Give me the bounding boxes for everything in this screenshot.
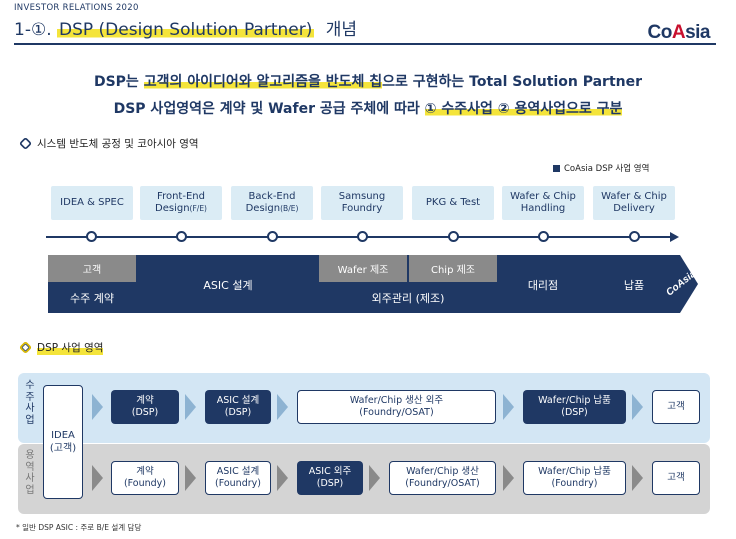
timeline-node xyxy=(176,231,187,242)
stage-front-end: Front-End Design(F/E) xyxy=(140,186,222,220)
hexagon-bullet-icon xyxy=(18,340,33,355)
timeline-node xyxy=(448,231,459,242)
footnote: * 일반 DSP ASIC : 주로 B/E 설계 담당 xyxy=(16,523,142,532)
timeline-node xyxy=(267,231,278,242)
idea-customer-box: IDEA (고객) xyxy=(43,385,83,499)
stage-wafer-chip-handling: Wafer & Chip Handling xyxy=(502,186,584,220)
top-customer-box: 고객 xyxy=(652,390,700,424)
top-production-outsource-box: Wafer/Chip 생산 외주 (Foundry/OSAT) xyxy=(297,390,496,424)
chevron-right-icon xyxy=(92,394,103,420)
bottom-asic-outsource-box: ASIC 외주 (DSP) xyxy=(297,461,363,495)
section2-title: DSP 사업 영역 xyxy=(18,340,104,355)
band-agency-label: 대리점 xyxy=(527,279,559,292)
timeline-node xyxy=(357,231,368,242)
band-chip-cell: Chip 제조 xyxy=(409,255,497,282)
bottom-production-box: Wafer/Chip 생산 (Foundry/OSAT) xyxy=(389,461,496,495)
page-title-highlight: DSP (Design Solution Partner) xyxy=(57,20,315,40)
bottom-contract-box: 계약 (Foundy) xyxy=(111,461,179,495)
timeline-node xyxy=(538,231,549,242)
timeline-arrow-icon xyxy=(670,232,679,242)
headline-line1: DSP는 고객의 아이디어와 알고리즘을 반도체 칩으로 구현하는 Total … xyxy=(93,74,643,90)
band-wafer-cell: Wafer 제조 xyxy=(319,255,407,282)
stage-pkg-test: PKG & Test xyxy=(412,186,494,220)
band-asic-label: ASIC 설계 xyxy=(203,279,253,292)
chevron-right-icon xyxy=(185,465,196,491)
stage-wafer-chip-delivery: Wafer & Chip Delivery xyxy=(593,186,675,220)
timeline-node xyxy=(629,231,640,242)
stage-back-end: Back-End Design(B/E) xyxy=(231,186,313,220)
chevron-right-icon xyxy=(277,394,288,420)
service-business-label: 용역사업 xyxy=(25,450,35,496)
report-kicker: INVESTOR RELATIONS 2020 xyxy=(14,3,139,13)
bottom-customer-box: 고객 xyxy=(652,461,700,495)
stage-samsung-foundry: Samsung Foundry xyxy=(321,186,403,220)
band-customer-cell: 고객 xyxy=(48,255,136,282)
band-outsourcing-label: 외주관리 (제조) xyxy=(371,292,445,305)
hexagon-bullet-icon xyxy=(18,136,33,151)
order-business-label: 수주사업 xyxy=(25,380,35,426)
section1-title: 시스템 반도체 공정 및 코아시아 영역 xyxy=(18,136,199,151)
chevron-right-icon xyxy=(185,394,196,420)
chevron-right-icon xyxy=(632,465,643,491)
bottom-asic-design-box: ASIC 설계 (Foundry) xyxy=(205,461,271,495)
top-delivery-box: Wafer/Chip 납품 (DSP) xyxy=(523,390,626,424)
header-divider xyxy=(14,43,716,45)
chevron-right-icon xyxy=(369,465,380,491)
bottom-delivery-box: Wafer/Chip 납품 (Foundry) xyxy=(523,461,626,495)
chevron-right-icon xyxy=(632,394,643,420)
coasia-logo: CoAsia xyxy=(647,22,711,43)
timeline-node xyxy=(86,231,97,242)
top-contract-box: 계약 (DSP) xyxy=(111,390,179,424)
legend-square-icon xyxy=(553,164,560,172)
band-order-label: 수주 계약 xyxy=(70,292,114,305)
chevron-right-icon xyxy=(503,394,514,420)
chevron-right-icon xyxy=(503,465,514,491)
page-title-number: 1-①. xyxy=(14,20,52,40)
stage-idea-spec: IDEA & SPEC xyxy=(51,186,133,220)
page-title: 1-①. DSP (Design Solution Partner) 개념 xyxy=(14,15,357,40)
page-title-tail: 개념 xyxy=(325,20,358,40)
legend: CoAsia DSP 사업 영역 xyxy=(553,162,649,174)
headline-line2: DSP 사업영역은 계약 및 Wafer 공급 주체에 따라 ① 수주사업 ② … xyxy=(113,101,623,117)
chevron-right-icon xyxy=(277,465,288,491)
chevron-right-icon xyxy=(92,465,103,491)
top-asic-design-box: ASIC 설계 (DSP) xyxy=(205,390,271,424)
